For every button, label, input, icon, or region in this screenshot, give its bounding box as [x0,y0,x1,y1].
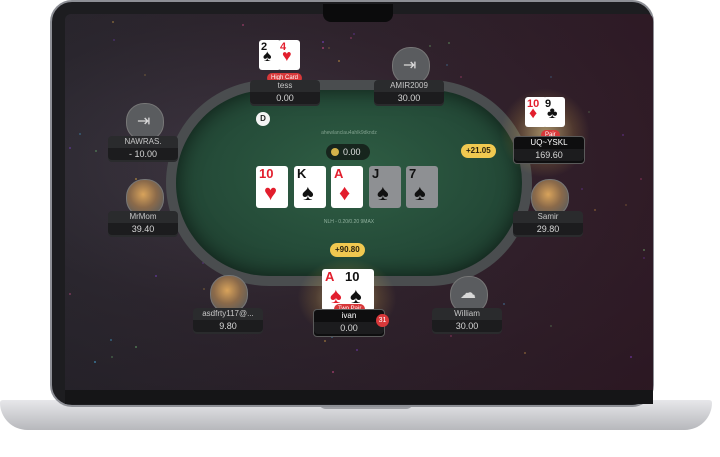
confetti-dot [111,356,113,358]
confetti-dot [625,204,627,206]
confetti-dot [503,303,505,305]
confetti-dot [550,76,552,78]
confetti-dot [450,335,452,337]
confetti-dot [322,47,324,49]
confetti-dot [324,340,326,342]
seat-samir[interactable]: Samir 29.80 [513,211,583,237]
laptop-frame: ahewlanclau4ahlk9dkndz NLH - 0.20/0.20 9… [0,0,720,457]
confetti-dot [113,39,115,41]
seat-uq-yskl[interactable]: UQ~YSKL 169.60 [513,136,585,164]
confetti-dot [95,150,97,152]
seat-ivan[interactable]: ivan 0.00 [313,309,385,337]
confetti-dot [135,346,137,348]
player-stack: 0.00 [250,92,320,104]
seat-tess[interactable]: tess 0.00 [250,80,320,106]
confetti-dot [144,74,146,76]
player-name: AMIR2009 [390,81,428,90]
confetti-dot [112,21,114,23]
confetti-dot [155,275,157,277]
confetti-dot [581,188,583,190]
seat-mrmom[interactable]: MrMom 39.40 [108,211,178,237]
player-stack: - 10.00 [108,148,178,160]
confetti-dot [643,257,645,259]
player-name: UQ~YSKL [530,138,568,147]
laptop-chin [65,390,653,404]
player-stack: 30.00 [432,320,502,332]
confetti-dot [350,37,352,39]
dealer-button: D [256,112,270,126]
confetti-dot [338,60,340,62]
board-card-2: K ♠ [294,166,326,208]
player-name: William [454,309,480,318]
confetti-dot [448,42,450,44]
player-name: asdfrty117@... [202,309,254,318]
confetti-dot [446,64,448,66]
confetti-dot [79,133,81,135]
player-name: tess [277,81,293,90]
confetti-dot [524,352,526,354]
uq-card-2: 9 ♣ [543,97,565,127]
player-name: ivan [341,311,357,320]
camera-notch [323,4,393,22]
confetti-dot [328,47,330,49]
confetti-dot [332,371,334,373]
player-stack: 169.60 [514,149,584,161]
player-stack: 30.00 [374,92,444,104]
seat-asdfrty[interactable]: asdfrty117@... 9.80 [193,308,263,334]
tess-card-2: 4 ♥ [278,40,300,70]
player-stack: 0.00 [314,322,384,334]
board-card-5: 7 ♠ [406,166,438,208]
game-label: NLH - 0.20/0.20 9MAX [323,219,375,225]
turn-timer: 31 [376,314,389,327]
bet-pill-bottom: +90.80 [330,243,365,257]
confetti-dot [640,178,642,180]
confetti-dot [643,249,645,251]
confetti-dot [69,147,71,149]
confetti-dot [69,293,71,295]
confetti-dot [94,361,96,363]
player-stack: 9.80 [193,320,263,332]
confetti-dot [322,41,324,43]
confetti-dot [203,288,205,290]
confetti-dot [622,134,624,136]
exit-icon: ⇥ [137,113,151,130]
confetti-dot [353,33,355,35]
confetti-dot [630,356,632,358]
exit-icon: ⇥ [403,57,417,74]
confetti-dot [110,339,112,341]
board-card-3: A ♦ [331,166,363,208]
confetti-dot [429,45,431,47]
board-card-1: 10 ♥ [256,166,288,208]
bet-pill-right: +21.05 [461,144,496,158]
chip-icon [331,148,339,156]
confetti-dot [242,24,244,26]
confetti-dot [594,209,596,211]
cloud-offline-icon: ☁ [460,285,476,302]
seat-amir[interactable]: AMIR2009 30.00 [374,80,444,106]
confetti-dot [460,76,462,78]
pot-amount: 0.00 [343,147,361,157]
confetti-dot [356,349,358,351]
confetti-dot [550,325,552,327]
player-name: MrMom [129,212,157,221]
pot-display: 0.00 [326,144,370,160]
seat-william[interactable]: William 30.00 [432,308,502,334]
hand-id: ahewlanclau4ahlk9dkndz [321,130,377,136]
player-name: NAWRAS. [124,137,162,146]
player-stack: 29.80 [513,223,583,235]
seat-nawras[interactable]: NAWRAS. - 10.00 [108,136,178,162]
board-card-4: J ♠ [369,166,401,208]
player-name: Samir [537,212,559,221]
player-stack: 39.40 [108,223,178,235]
